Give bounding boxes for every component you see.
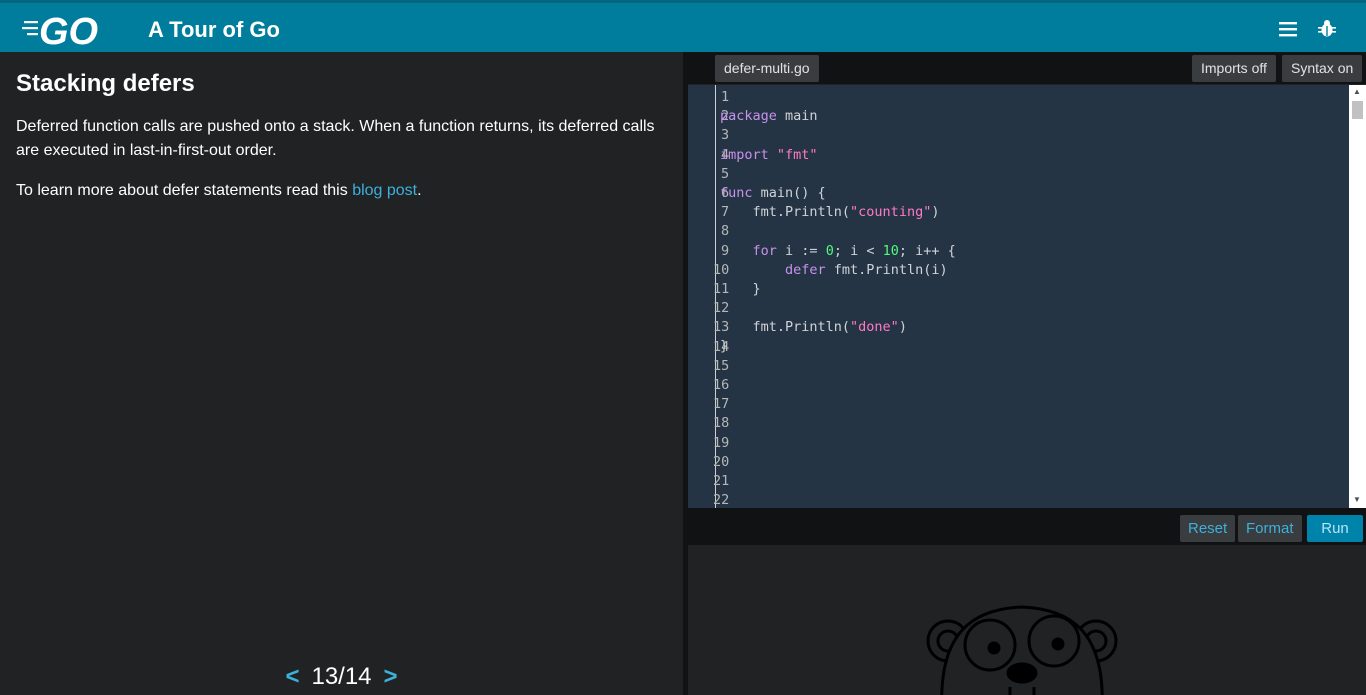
lesson-pager: < 13/14 > [0, 662, 683, 692]
paragraph-2-suffix: . [417, 182, 422, 199]
line-number: 3 [721, 127, 730, 144]
menu-icon[interactable] [1276, 17, 1300, 41]
site-title[interactable]: A Tour of Go [148, 17, 280, 43]
next-page-button[interactable]: > [384, 663, 398, 691]
syntax-toggle-button[interactable]: Syntax on [1282, 55, 1363, 82]
theme-toggle-icon[interactable] [1237, 17, 1261, 41]
prev-page-button[interactable]: < [285, 663, 299, 691]
code-editor[interactable]: 1 2 3 4 5 6 7 8 9 10 11 12 13 14 15 16 17 18 19 20 21 22 pack… [688, 85, 1349, 508]
line-number: 5 [721, 165, 730, 182]
logo-text: GO [39, 11, 98, 49]
line-number: 12 [713, 300, 730, 317]
scroll-thumb[interactable] [1352, 101, 1363, 119]
line-number: 20 [713, 453, 730, 470]
lesson-paragraph-1: Deferred function calls are pushed onto … [16, 118, 655, 159]
editor-scrollbar[interactable]: ▲ ▼ [1349, 85, 1366, 508]
line-number: 17 [713, 396, 730, 413]
lesson-title: Stacking defers [16, 70, 195, 97]
line-number: 19 [713, 434, 730, 451]
run-controls: Reset Format Run [688, 508, 1366, 545]
debug-icon[interactable] [1315, 17, 1339, 41]
imports-toggle-button[interactable]: Imports off [1192, 55, 1276, 82]
page-number[interactable]: 13/14 [311, 663, 371, 691]
reset-button[interactable]: Reset [1180, 515, 1236, 542]
format-button[interactable]: Format [1238, 515, 1302, 542]
line-number: 15 [713, 357, 730, 374]
go-logo[interactable]: GO [22, 11, 110, 53]
scroll-down-icon[interactable]: ▼ [1353, 495, 1361, 504]
line-number: 8 [721, 223, 730, 240]
output-pane [688, 545, 1366, 695]
file-tab[interactable]: defer-multi.go [715, 55, 819, 82]
scroll-up-icon[interactable]: ▲ [1353, 87, 1361, 96]
line-number: 16 [713, 377, 730, 393]
blog-post-link[interactable]: blog post [352, 182, 417, 199]
gopher-image [926, 605, 1118, 695]
line-number: 21 [713, 473, 730, 489]
line-number: 1 [721, 89, 730, 105]
editor-tabbar: defer-multi.go Imports off Syntax on [688, 52, 1366, 84]
line-number: 22 [713, 492, 730, 508]
line-number: 18 [713, 415, 730, 432]
lesson-pane: Stacking defers Deferred function calls … [0, 52, 683, 695]
lesson-paragraph-2: To learn more about defer statements rea… [16, 179, 666, 203]
run-button[interactable]: Run [1307, 515, 1363, 542]
top-header: GO A Tour of Go [0, 0, 1366, 53]
paragraph-2-text: To learn more about defer statements rea… [16, 182, 353, 199]
